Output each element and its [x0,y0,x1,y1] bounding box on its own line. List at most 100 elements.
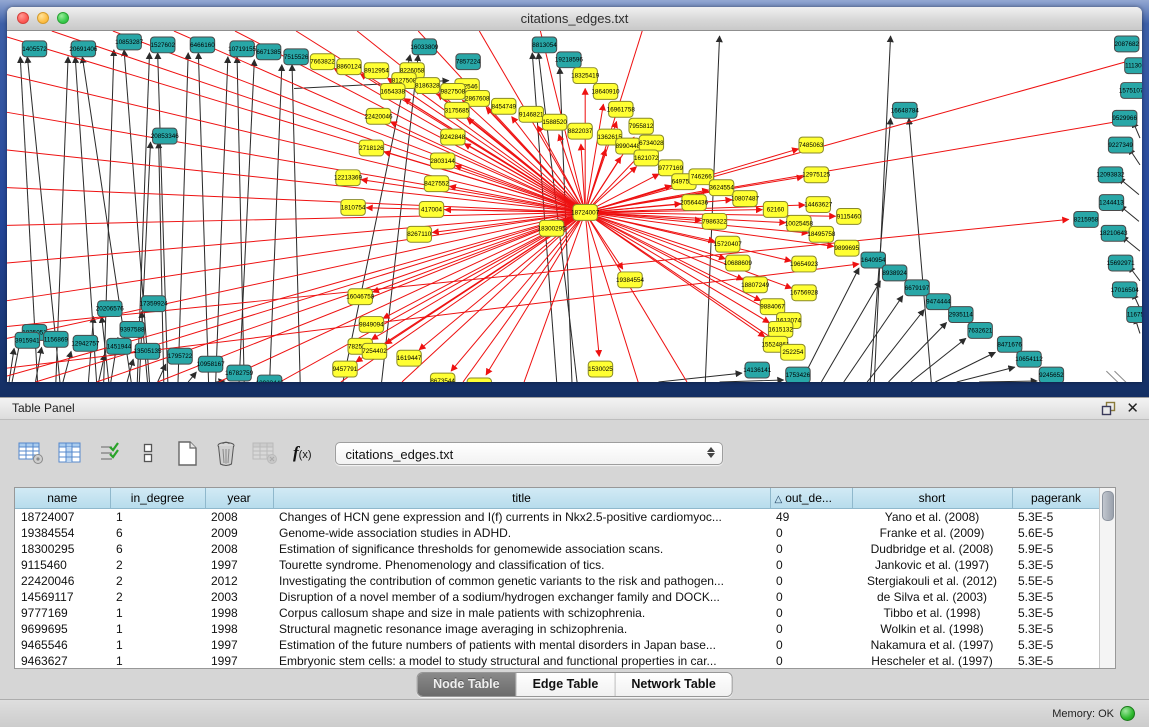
table-cell[interactable]: 5.3E-5 [1012,653,1100,669]
network-node[interactable]: 62160 [763,202,787,218]
network-node[interactable]: 9849094 [359,317,384,333]
table-cell[interactable]: 0 [770,637,852,653]
network-node[interactable]: 9474444 [926,294,951,310]
network-node[interactable]: 7515526 [284,49,309,65]
network-node[interactable]: 18640910 [592,84,621,100]
table-cell[interactable]: Nakamura et al. (1997) [852,637,1012,653]
network-node[interactable]: 19654923 [790,256,819,272]
network-node[interactable]: 6679197 [905,280,930,296]
network-node[interactable]: 9899695 [835,240,860,256]
table-cell[interactable]: 1998 [205,605,273,621]
table-cell[interactable]: 1998 [205,621,273,637]
table-cell[interactable]: Structural magnetic resonance image aver… [273,621,770,637]
network-node[interactable]: 8860124 [337,59,362,75]
float-panel-icon[interactable] [1101,401,1116,416]
network-node[interactable]: 2718126 [359,140,384,156]
table-cell[interactable]: 9777169 [15,605,110,621]
table-cell[interactable]: 0 [770,541,852,557]
network-node[interactable]: 13505135 [133,343,162,359]
network-node[interactable]: 12213369 [334,170,363,186]
table-cell[interactable]: 1 [110,653,205,669]
table-cell[interactable]: 49 [770,508,852,525]
network-node[interactable]: 20853346 [151,128,180,144]
network-node[interactable]: 8427552 [424,176,449,192]
table-cell[interactable]: Wolkin et al. (1998) [852,621,1012,637]
column-header-title[interactable]: title [273,488,770,508]
network-node[interactable]: 10958167 [197,356,226,372]
table-row[interactable]: 911546021997Tourette syndrome. Phenomeno… [15,557,1100,573]
tab-edge-table[interactable]: Edge Table [517,673,616,696]
network-node[interactable]: 2087682 [1114,36,1139,52]
table-cell[interactable]: 0 [770,525,852,541]
network-node[interactable]: 2803144 [430,153,455,169]
table-cell[interactable]: 18724007 [15,508,110,525]
network-node[interactable]: 1615132 [768,322,793,338]
column-header-in-degree[interactable]: in_degree [110,488,205,508]
table-cell[interactable]: Estimation of significance thresholds fo… [273,541,770,557]
network-node[interactable]: 15751074 [1119,83,1142,99]
table-cell[interactable]: 9115460 [15,557,110,573]
table-cell[interactable]: Franke et al. (2009) [852,525,1012,541]
network-node[interactable]: 1753426 [786,367,811,382]
network-node[interactable]: 18300295 [538,220,567,236]
table-cell[interactable]: 5.3E-5 [1012,637,1100,653]
table-cell[interactable]: 1997 [205,653,273,669]
table-cell[interactable]: 0 [770,653,852,669]
table-cell[interactable]: 1 [110,621,205,637]
table-cell[interactable]: 1 [110,637,205,653]
network-node[interactable]: 8267110 [407,226,432,242]
table-cell[interactable]: 19384554 [15,525,110,541]
network-node[interactable]: 10719155 [228,41,257,57]
delete-column-icon[interactable] [211,438,241,468]
table-cell[interactable]: 2009 [205,525,273,541]
table-cell[interactable]: 5.6E-5 [1012,525,1100,541]
table-cell[interactable]: 14569117 [15,589,110,605]
table-cell[interactable]: 2 [110,589,205,605]
tab-network-table[interactable]: Network Table [615,673,732,696]
network-node[interactable]: 15720407 [714,236,743,252]
table-row[interactable]: 1938455462009Genome-wide association stu… [15,525,1100,541]
network-node[interactable]: 6466160 [190,37,215,53]
network-node[interactable]: 3624554 [709,180,734,196]
network-node[interactable]: 9146821 [519,106,544,122]
table-cell[interactable]: 0 [770,589,852,605]
network-node[interactable]: 1451944 [107,338,132,354]
network-node[interactable]: 9827508 [441,84,466,100]
function-builder-icon[interactable]: f(x) [293,443,312,463]
network-node[interactable]: 9457791 [333,361,358,377]
network-node[interactable]: 9346564 [467,378,492,382]
close-panel-icon[interactable]: ✕ [1126,401,1139,416]
table-cell[interactable]: 5.3E-5 [1012,508,1100,525]
network-canvas[interactable]: 1405572206914061085328715276026466160107… [7,31,1142,382]
network-node[interactable]: 8912954 [364,63,389,79]
table-cell[interactable]: 9699695 [15,621,110,637]
network-node[interactable]: 8471676 [997,336,1022,352]
column-header-out-de-[interactable]: △out_de... [770,488,852,508]
table-cell[interactable]: 5.3E-5 [1012,605,1100,621]
network-node[interactable]: 16782759 [225,365,254,381]
table-cell[interactable]: 5.3E-5 [1012,621,1100,637]
network-node[interactable]: 1619447 [397,350,422,366]
table-cell[interactable]: 1997 [205,557,273,573]
network-node[interactable]: 12942757 [71,335,100,351]
network-node[interactable]: 1795722 [168,348,193,364]
network-node[interactable]: 12923446 [256,375,285,382]
table-cell[interactable]: Changes of HCN gene expression and I(f) … [273,508,770,525]
network-node[interactable]: 8813054 [532,37,557,53]
network-node[interactable]: 252254 [781,344,805,360]
network-node[interactable]: 1621072 [634,150,659,166]
network-node[interactable]: 8215958 [1074,211,1099,227]
network-node[interactable]: 7986322 [702,213,727,229]
table-row[interactable]: 977716911998Corpus callosum shape and si… [15,605,1100,621]
table-row[interactable]: 946362711997Embryonic stem cells: a mode… [15,653,1100,669]
table-row[interactable]: 2242004622012Investigating the contribut… [15,573,1100,589]
network-node[interactable]: 17359924 [140,296,169,312]
table-cell[interactable]: 2 [110,557,205,573]
network-node[interactable]: 3175685 [445,102,470,118]
network-node[interactable]: 16033809 [410,39,439,55]
network-node[interactable]: 10807487 [731,191,760,207]
table-cell[interactable]: 2003 [205,589,273,605]
table-cell[interactable]: Genome-wide association studies in ADHD. [273,525,770,541]
network-node[interactable]: 7632621 [968,323,993,339]
network-node[interactable]: 6734028 [639,135,664,151]
